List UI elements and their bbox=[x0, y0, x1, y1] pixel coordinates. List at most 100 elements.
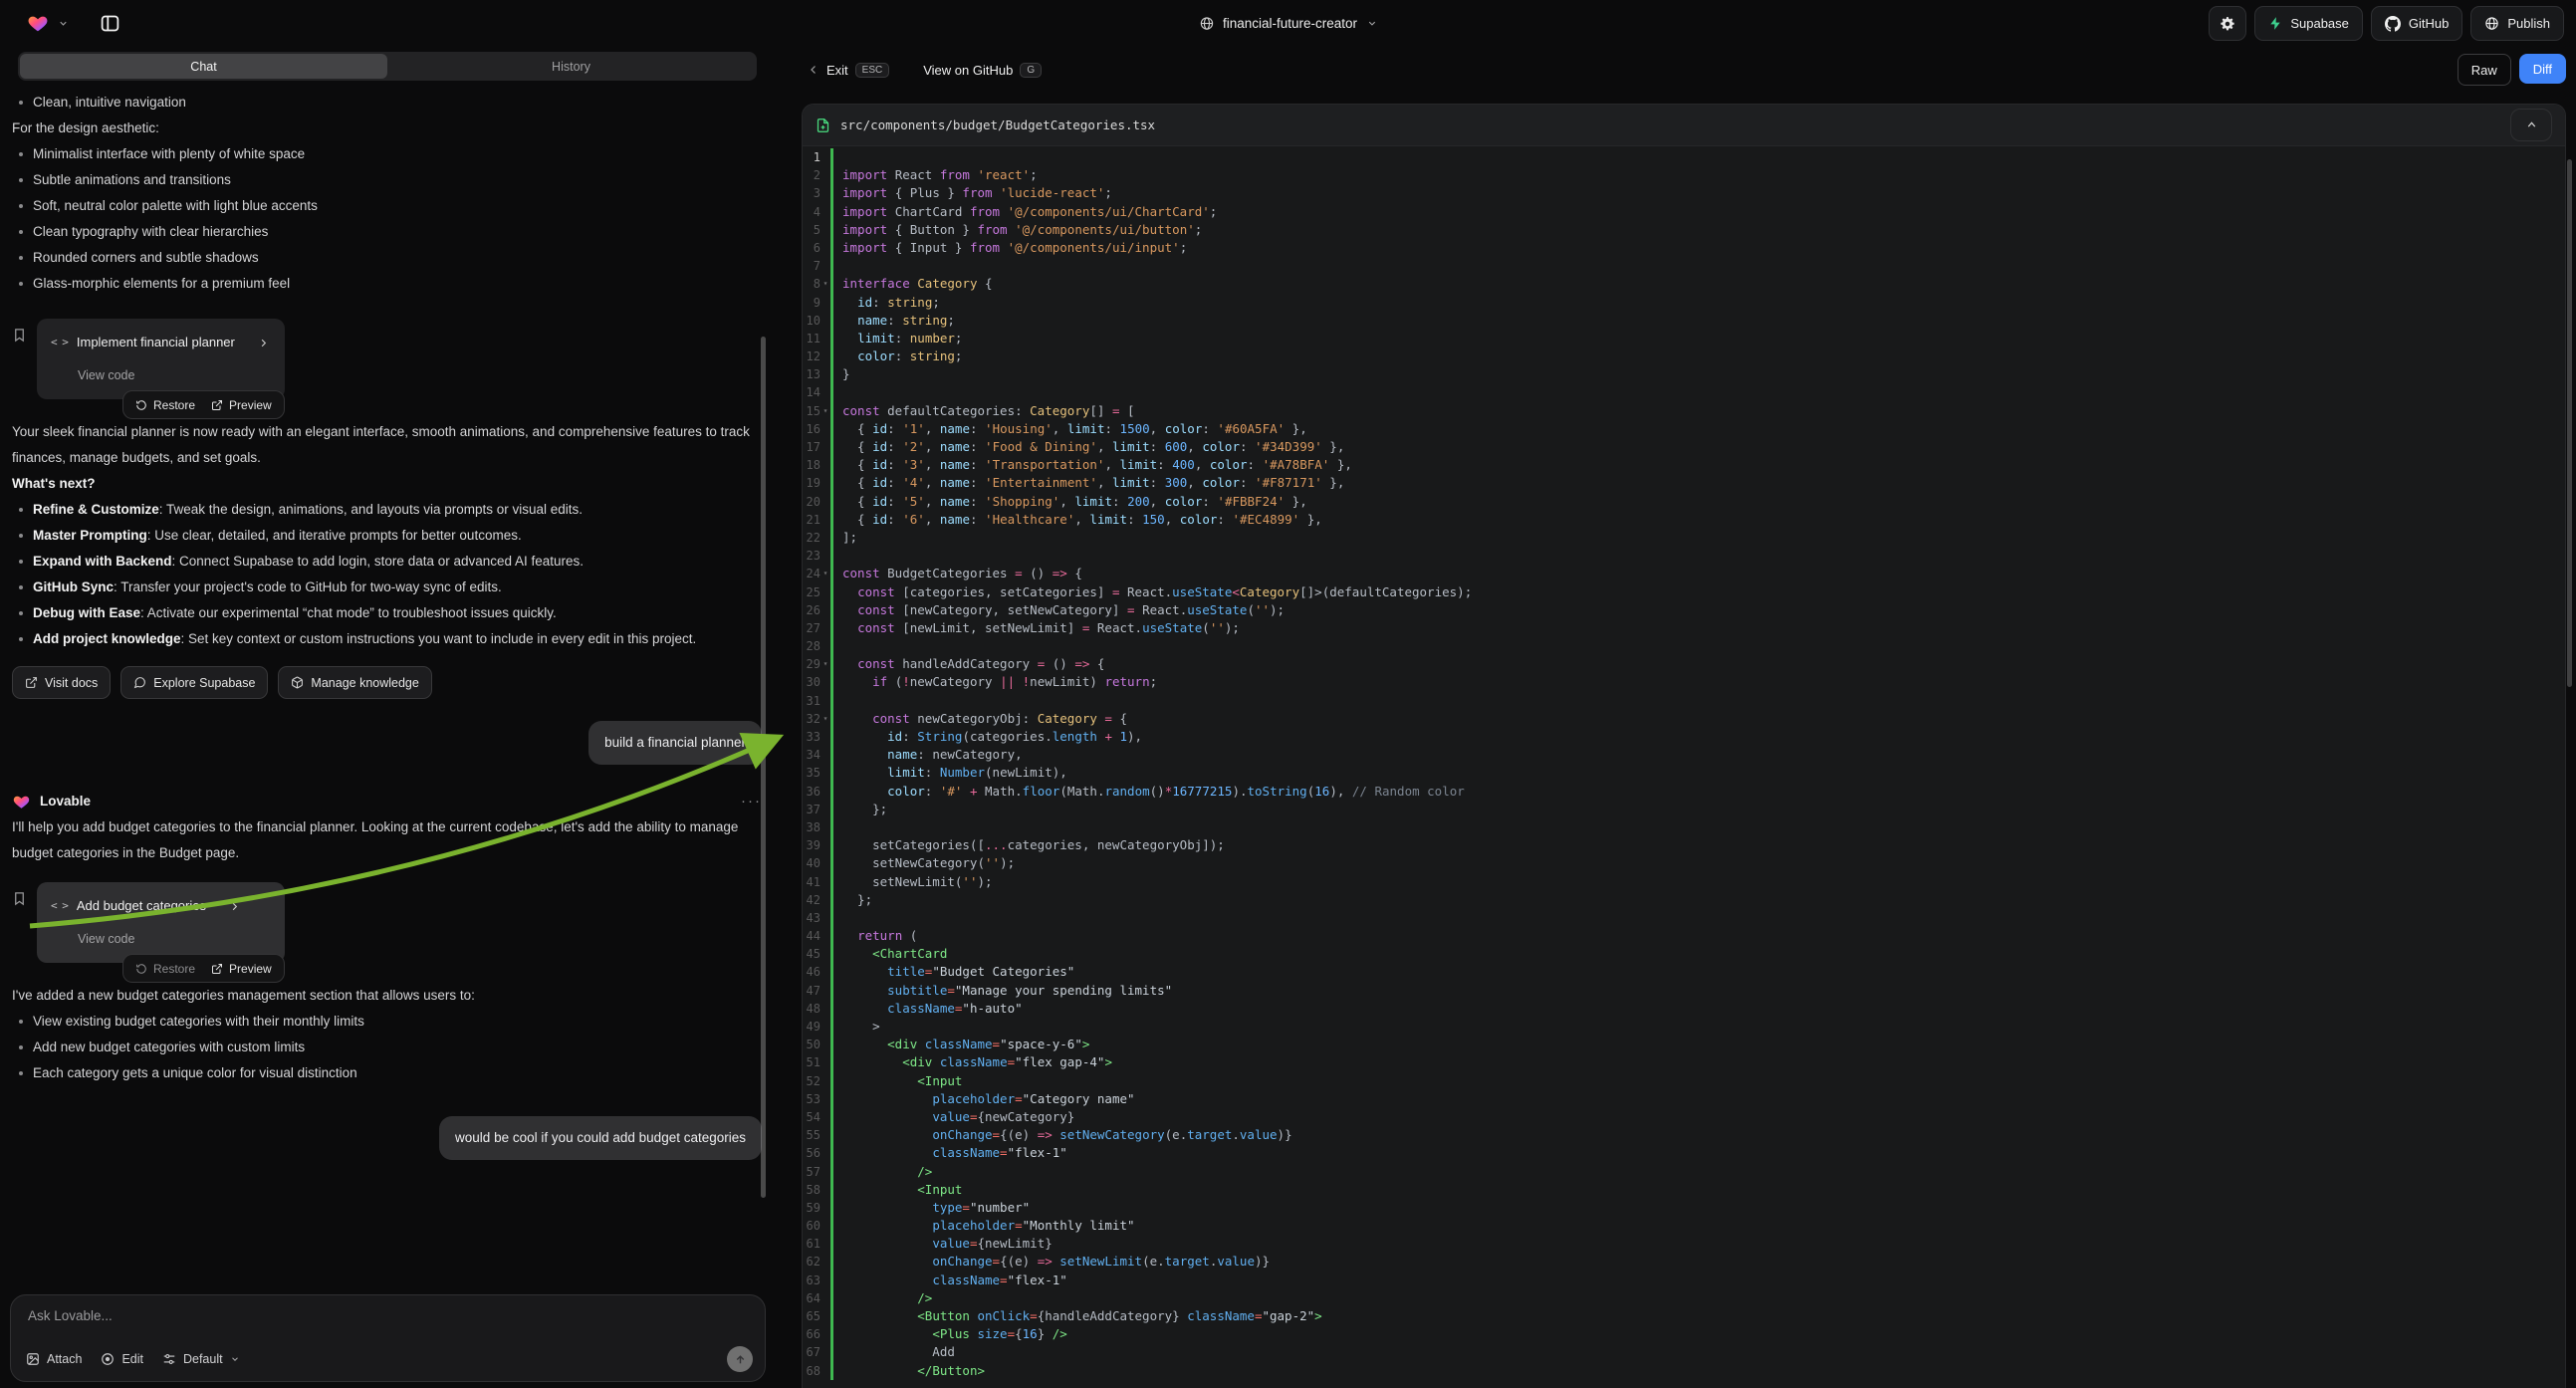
code-line: 66 <Plus size={16} /> bbox=[803, 1325, 2565, 1343]
list-item: Rounded corners and subtle shadows bbox=[12, 245, 762, 271]
external-link-icon bbox=[211, 963, 223, 975]
github-button[interactable]: GitHub bbox=[2371, 6, 2462, 41]
list-item: Subtle animations and transitions bbox=[12, 167, 762, 193]
restore-preview-bar: Restore Preview bbox=[122, 390, 285, 419]
preview-button[interactable]: Preview bbox=[211, 956, 272, 982]
code-line: 53 placeholder="Category name" bbox=[803, 1090, 2565, 1108]
version-card-title: Add budget categories bbox=[77, 893, 206, 919]
list-item: View existing budget categories with the… bbox=[12, 1009, 762, 1035]
user-message: build a financial planner bbox=[588, 721, 762, 765]
list-item: Each category gets a unique color for vi… bbox=[12, 1060, 762, 1086]
version-card-title: Implement financial planner bbox=[77, 330, 235, 355]
reply-intro: I'll help you add budget categories to t… bbox=[12, 814, 762, 866]
code-line: 49 > bbox=[803, 1018, 2565, 1036]
bookmark-icon[interactable] bbox=[12, 890, 27, 907]
publish-globe-icon bbox=[2484, 16, 2499, 31]
added-bullet-list: View existing budget categories with the… bbox=[12, 1009, 762, 1086]
code-line: 55 onChange={(e) => setNewCategory(e.tar… bbox=[803, 1126, 2565, 1144]
chevron-left-icon bbox=[808, 64, 820, 76]
lovable-heart-icon bbox=[12, 793, 31, 810]
manage-knowledge-button[interactable]: Manage knowledge bbox=[278, 666, 431, 699]
code-line: 29▾ const handleAddCategory = () => { bbox=[803, 655, 2565, 673]
code-line: 8▾interface Category { bbox=[803, 275, 2565, 293]
message-menu-button[interactable]: ··· bbox=[741, 789, 762, 814]
restore-button[interactable]: Restore bbox=[135, 956, 195, 982]
supabase-label: Supabase bbox=[2290, 16, 2349, 31]
code-line: 30 if (!newCategory || !newLimit) return… bbox=[803, 673, 2565, 691]
exit-button[interactable]: Exit ESC bbox=[808, 63, 889, 78]
code-line: 25 const [categories, setCategories] = R… bbox=[803, 583, 2565, 601]
version-card-add-budget-categories[interactable]: < > Add budget categories View code bbox=[37, 882, 285, 963]
chat-scrollbar[interactable] bbox=[761, 337, 766, 1198]
settings-button[interactable] bbox=[2209, 6, 2246, 41]
raw-toggle-button[interactable]: Raw bbox=[2458, 54, 2511, 86]
code-line: 24▾const BudgetCategories = () => { bbox=[803, 565, 2565, 582]
package-icon bbox=[291, 676, 304, 689]
code-line: 65 <Button onClick={handleAddCategory} c… bbox=[803, 1307, 2565, 1325]
code-scrollbar[interactable] bbox=[2567, 159, 2572, 687]
explore-supabase-button[interactable]: Explore Supabase bbox=[120, 666, 268, 699]
chevron-right-icon bbox=[258, 338, 269, 348]
tab-chat[interactable]: Chat bbox=[20, 54, 387, 79]
attach-button[interactable]: Attach bbox=[26, 1352, 82, 1366]
external-link-icon bbox=[25, 676, 38, 689]
code-line: 39 setCategories([...categories, newCate… bbox=[803, 836, 2565, 854]
restore-button[interactable]: Restore bbox=[135, 392, 195, 418]
collapse-file-button[interactable] bbox=[2510, 109, 2552, 141]
code-line: 23 bbox=[803, 547, 2565, 565]
image-icon bbox=[26, 1352, 40, 1366]
code-line: 62 onChange={(e) => setNewLimit(e.target… bbox=[803, 1253, 2565, 1271]
restore-label: Restore bbox=[153, 956, 195, 982]
list-item: Minimalist interface with plenty of whit… bbox=[12, 141, 762, 167]
code-icon: < > bbox=[51, 893, 68, 919]
assistant-name: Lovable bbox=[40, 789, 91, 814]
code-line: 17 { id: '2', name: 'Food & Dining', lim… bbox=[803, 438, 2565, 456]
top-bar: financial-future-creator Supabase bbox=[0, 0, 2576, 46]
view-code-link[interactable]: View code bbox=[78, 926, 271, 952]
arrow-up-icon bbox=[734, 1353, 747, 1366]
user-message-row: would be cool if you could add budget ca… bbox=[12, 1116, 762, 1160]
gear-icon bbox=[2220, 16, 2235, 32]
logo-chevron-down-icon[interactable] bbox=[58, 18, 69, 29]
file-header[interactable]: src/components/budget/BudgetCategories.t… bbox=[803, 105, 2565, 146]
diff-toggle-button[interactable]: Diff bbox=[2519, 54, 2566, 84]
code-line: 4import ChartCard from '@/components/ui/… bbox=[803, 203, 2565, 221]
target-icon bbox=[101, 1352, 115, 1366]
list-item: Clean typography with clear hierarchies bbox=[12, 219, 762, 245]
code-line: 42 }; bbox=[803, 891, 2565, 909]
tab-history[interactable]: History bbox=[387, 54, 755, 79]
code-line: 58 <Input bbox=[803, 1181, 2565, 1199]
sidebar-toggle-button[interactable] bbox=[91, 7, 128, 39]
bookmark-icon[interactable] bbox=[12, 327, 27, 344]
chevron-up-icon bbox=[2525, 118, 2538, 131]
code-line: 28 bbox=[803, 637, 2565, 655]
preview-button[interactable]: Preview bbox=[211, 392, 272, 418]
visit-docs-label: Visit docs bbox=[45, 670, 98, 696]
code-line: 40 setNewCategory(''); bbox=[803, 854, 2565, 872]
bullet-list: Clean, intuitive navigation bbox=[12, 90, 762, 116]
edit-button[interactable]: Edit bbox=[101, 1352, 143, 1366]
list-item: Master Prompting: Use clear, detailed, a… bbox=[12, 523, 762, 549]
github-label: GitHub bbox=[2409, 16, 2449, 31]
code-line: 33 id: String(categories.length + 1), bbox=[803, 728, 2565, 746]
project-menu[interactable]: financial-future-creator bbox=[1199, 0, 1377, 46]
code-line: 15▾const defaultCategories: Category[] =… bbox=[803, 402, 2565, 420]
code-line: 16 { id: '1', name: 'Housing', limit: 15… bbox=[803, 420, 2565, 438]
visit-docs-button[interactable]: Visit docs bbox=[12, 666, 111, 699]
chat-messages: Clean, intuitive navigation For the desi… bbox=[0, 88, 774, 1288]
publish-button[interactable]: Publish bbox=[2470, 6, 2564, 41]
code-editor[interactable]: 12import React from 'react';3import { Pl… bbox=[803, 145, 2565, 1388]
code-line: 63 className="flex-1" bbox=[803, 1272, 2565, 1289]
code-line: 36 color: '#' + Math.floor(Math.random()… bbox=[803, 783, 2565, 801]
mode-selector[interactable]: Default bbox=[162, 1352, 240, 1366]
composer[interactable]: Ask Lovable... Attach Edit bbox=[10, 1294, 766, 1382]
view-code-link[interactable]: View code bbox=[78, 362, 271, 388]
code-pane: Exit ESC View on GitHub G Raw Diff src/c… bbox=[774, 46, 2576, 1388]
code-line: 38 bbox=[803, 818, 2565, 836]
supabase-button[interactable]: Supabase bbox=[2254, 6, 2363, 41]
send-button[interactable] bbox=[727, 1346, 753, 1372]
preview-label: Preview bbox=[229, 956, 272, 982]
view-on-github-button[interactable]: View on GitHub G bbox=[923, 63, 1042, 78]
lovable-logo-icon[interactable] bbox=[26, 12, 50, 34]
version-card-implement-financial-planner[interactable]: < > Implement financial planner View cod… bbox=[37, 319, 285, 399]
